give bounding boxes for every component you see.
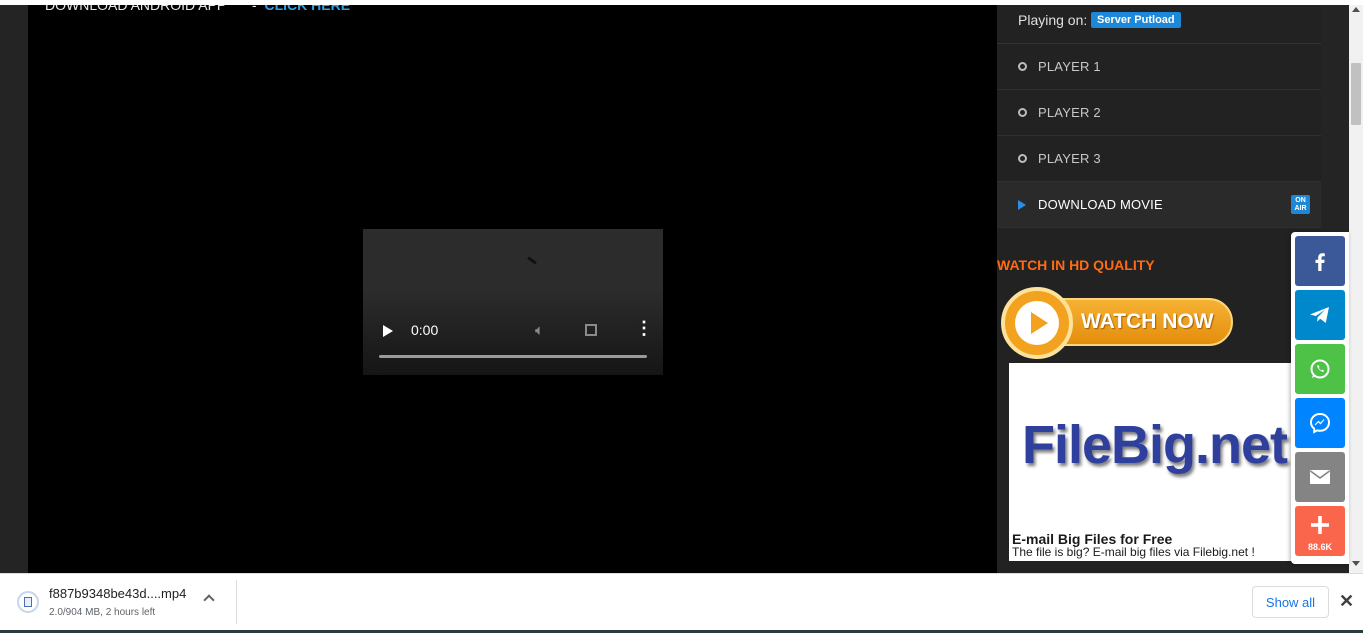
filebig-logo: FileBig.net	[1022, 415, 1288, 475]
player-item-label: PLAYER 3	[1038, 151, 1101, 166]
telegram-icon	[1310, 307, 1329, 323]
on-air-line-1: ON	[1295, 197, 1306, 204]
on-air-line-2: AIR	[1294, 205, 1307, 212]
facebook-share-button[interactable]	[1295, 236, 1345, 286]
radio-circle-icon	[1018, 108, 1027, 117]
download-shelf: f887b9348be43d....mp4 2.0/904 MB, 2 hour…	[0, 573, 1363, 633]
scroll-down-arrow-icon[interactable]	[1352, 561, 1360, 566]
play-arrow-icon	[1018, 200, 1026, 210]
video-time: 0:00	[411, 322, 439, 338]
download-movie-item[interactable]: DOWNLOAD MOVIE ON AIR	[997, 182, 1321, 228]
download-divider	[236, 580, 237, 624]
page-scrollbar[interactable]	[1349, 5, 1363, 573]
player-item-1[interactable]: PLAYER 1	[997, 44, 1321, 90]
android-app-banner: DOWNLOAD ANDROID APP - CLICK HERE	[45, 5, 350, 13]
volume-icon[interactable]: 🔈︎	[535, 322, 544, 339]
download-status: 2.0/904 MB, 2 hours left	[49, 607, 156, 618]
click-here-link[interactable]: CLICK HERE	[264, 5, 350, 13]
radio-circle-icon	[1018, 154, 1027, 163]
watch-now-label: WATCH NOW	[1081, 310, 1214, 333]
telegram-share-button[interactable]	[1295, 290, 1345, 340]
play-icon[interactable]	[383, 325, 393, 337]
player-item-2[interactable]: PLAYER 2	[997, 90, 1321, 136]
player-area: DOWNLOAD ANDROID APP - CLICK HERE 0:00 🔈…	[28, 5, 997, 573]
more-share-button[interactable]: 88.6K	[1295, 506, 1345, 556]
watch-now-circle	[1001, 287, 1073, 359]
video-progress-bar[interactable]	[379, 355, 647, 358]
share-count: 88.6K	[1307, 542, 1333, 552]
loading-spinner-icon	[527, 256, 537, 265]
browser-viewport: DOWNLOAD ANDROID APP - CLICK HERE 0:00 🔈…	[0, 0, 1363, 573]
download-file-name[interactable]: f887b9348be43d....mp4	[49, 586, 186, 601]
banner-separator: -	[251, 5, 257, 13]
watch-now-button[interactable]: WATCH NOW	[1001, 287, 1235, 359]
android-app-text: DOWNLOAD ANDROID APP	[45, 5, 227, 13]
watch-now-inner	[1015, 301, 1059, 345]
fullscreen-icon[interactable]	[585, 324, 597, 336]
messenger-share-button[interactable]	[1295, 398, 1345, 448]
file-glyph	[24, 597, 32, 607]
player-item-label: PLAYER 1	[1038, 59, 1101, 74]
playing-on-label: Playing on:	[1018, 12, 1088, 28]
player-item-3[interactable]: PLAYER 3	[997, 136, 1321, 182]
more-options-icon[interactable]: ⋮	[635, 319, 653, 337]
ad-subtext: The file is big? E-mail big files via Fi…	[1012, 545, 1255, 559]
download-movie-label: DOWNLOAD MOVIE	[1038, 197, 1163, 212]
chevron-up-icon[interactable]	[203, 594, 215, 606]
radio-circle-icon	[1018, 62, 1027, 71]
server-sidebar: Playing on: Server Putload PLAYER 1 PLAY…	[997, 5, 1321, 573]
video-player[interactable]: 0:00 🔈︎ ⋮	[363, 229, 663, 375]
on-air-badge: ON AIR	[1291, 195, 1310, 214]
file-icon	[17, 591, 39, 613]
server-badge: Server Putload	[1091, 12, 1181, 28]
playing-on-row: Playing on: Server Putload	[997, 5, 1321, 44]
play-icon	[1031, 312, 1048, 334]
share-panel: 88.6K	[1291, 232, 1349, 564]
messenger-icon	[1309, 412, 1331, 434]
show-all-button[interactable]: Show all	[1252, 586, 1329, 618]
plus-icon	[1311, 516, 1329, 534]
watch-hd-title: WATCH IN HD QUALITY	[997, 257, 1155, 273]
left-gutter	[0, 5, 28, 573]
email-share-button[interactable]	[1295, 452, 1345, 502]
filebig-ad[interactable]: FileBig.net E-mail Big Files for Free Th…	[1009, 363, 1321, 561]
scroll-thumb[interactable]	[1351, 63, 1361, 125]
whatsapp-share-button[interactable]	[1295, 344, 1345, 394]
video-controls: 0:00 🔈︎ ⋮	[363, 317, 663, 345]
scroll-up-arrow-icon[interactable]	[1352, 7, 1360, 12]
player-item-label: PLAYER 2	[1038, 105, 1101, 120]
whatsapp-icon	[1310, 359, 1330, 379]
email-icon	[1310, 470, 1330, 484]
close-icon[interactable]: ✕	[1339, 592, 1354, 610]
facebook-icon	[1315, 253, 1325, 271]
